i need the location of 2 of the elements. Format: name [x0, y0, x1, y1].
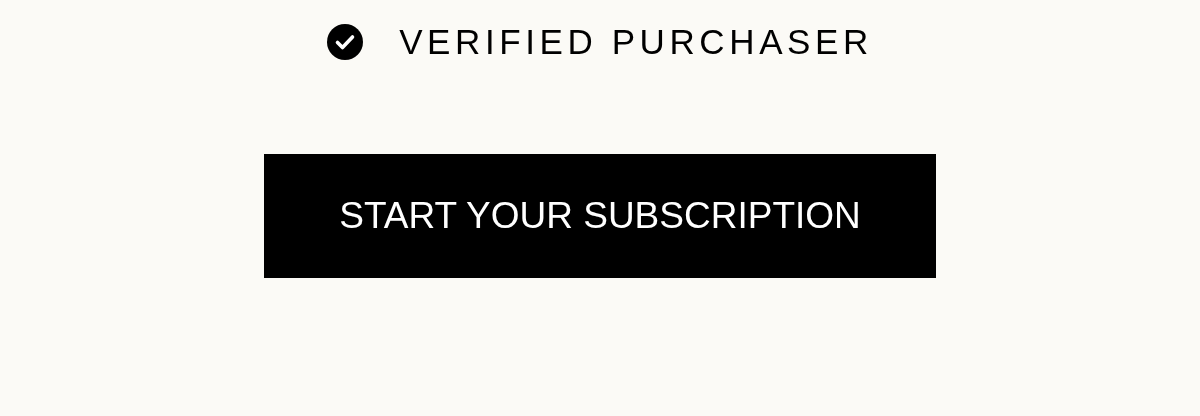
subscribe-button[interactable]: START YOUR SUBSCRIPTION [264, 154, 936, 278]
verified-label: VERIFIED PURCHASER [399, 22, 873, 62]
